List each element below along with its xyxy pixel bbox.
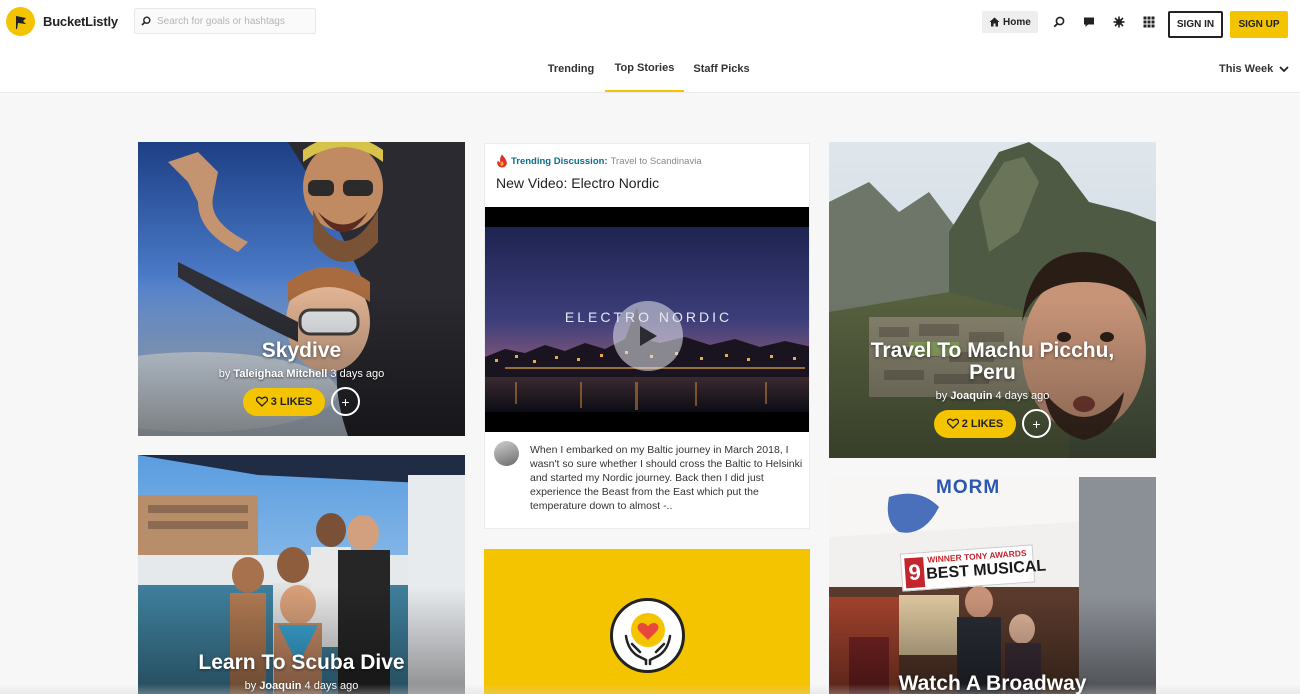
sign-in-button[interactable]: SIGN IN bbox=[1168, 11, 1223, 38]
discussion-topic[interactable]: Travel to Scandinavia bbox=[611, 156, 702, 167]
story-time: 3 days ago bbox=[330, 368, 385, 380]
play-icon bbox=[640, 326, 657, 346]
skydive-overlay: Skydive by Taleighaa Mitchell 3 days ago… bbox=[138, 340, 465, 416]
search-bar[interactable] bbox=[134, 8, 316, 34]
machu-overlay: Travel To Machu Picchu, Peru by Joaquin … bbox=[829, 340, 1156, 438]
play-button[interactable] bbox=[613, 301, 683, 371]
avatar[interactable] bbox=[494, 441, 519, 466]
tab-trending[interactable]: Trending bbox=[540, 46, 602, 92]
story-title[interactable]: Learn To Scuba Dive bbox=[138, 652, 465, 674]
flame-icon bbox=[497, 154, 507, 168]
chat-icon[interactable] bbox=[1081, 14, 1097, 30]
search-icon bbox=[141, 16, 151, 26]
sign-number: 9 bbox=[904, 557, 926, 589]
home-icon bbox=[989, 17, 1000, 27]
like-button[interactable]: 3 LIKES bbox=[243, 387, 325, 416]
add-to-list-button[interactable]: + bbox=[1022, 409, 1051, 438]
charity-card[interactable] bbox=[484, 549, 810, 694]
story-time: 4 days ago bbox=[995, 390, 1050, 402]
byline-prefix: by bbox=[935, 390, 948, 402]
top-bar: BucketListly Home SIGN IN SIGN UP bbox=[0, 0, 1300, 46]
brand-name: BucketListly bbox=[43, 14, 118, 29]
chevron-down-icon bbox=[1279, 65, 1289, 72]
video-player[interactable]: ELECTRO NORDIC bbox=[485, 207, 809, 432]
discussion-header: Trending Discussion: Travel to Scandinav… bbox=[496, 154, 702, 168]
story-actions: 2 LIKES + bbox=[829, 409, 1156, 438]
story-byline: by Taleighaa Mitchell 3 days ago bbox=[138, 368, 465, 380]
marquee-text: MORM bbox=[936, 477, 1001, 498]
like-count: 3 LIKES bbox=[270, 395, 313, 408]
story-actions: 3 LIKES + bbox=[138, 387, 465, 416]
home-button[interactable]: Home bbox=[982, 11, 1038, 33]
discussion-excerpt: When I embarked on my Baltic journey in … bbox=[530, 444, 803, 512]
story-card-machu-picchu[interactable]: Travel To Machu Picchu, Peru by Joaquin … bbox=[829, 142, 1156, 458]
author-name[interactable]: Taleighaa Mitchell bbox=[233, 368, 327, 380]
broadway-photo bbox=[829, 477, 1156, 694]
discussion-label: Trending Discussion: bbox=[511, 155, 608, 167]
tab-staff-picks[interactable]: Staff Picks bbox=[688, 46, 755, 92]
tab-top-stories[interactable]: Top Stories bbox=[605, 46, 684, 92]
discussion-title[interactable]: New Video: Electro Nordic bbox=[496, 175, 659, 191]
story-title[interactable]: Skydive bbox=[138, 340, 465, 362]
bottom-fade bbox=[0, 684, 1300, 694]
notification-icon[interactable] bbox=[1111, 14, 1127, 30]
home-label: Home bbox=[1003, 16, 1031, 28]
story-card-skydive[interactable]: Skydive by Taleighaa Mitchell 3 days ago… bbox=[138, 142, 465, 436]
story-card-broadway[interactable]: MORM 9 WINNER TONY AWARDS BEST MUSICAL W… bbox=[829, 477, 1156, 694]
story-card-scuba[interactable]: Learn To Scuba Dive by Joaquin 4 days ag… bbox=[138, 455, 465, 694]
story-title[interactable]: Travel To Machu Picchu, Peru bbox=[829, 340, 1156, 384]
add-to-list-button[interactable]: + bbox=[331, 387, 360, 416]
discussion-card[interactable]: Trending Discussion: Travel to Scandinav… bbox=[484, 143, 810, 529]
like-button[interactable]: 2 LIKES bbox=[934, 409, 1016, 438]
video-thumbnail: ELECTRO NORDIC bbox=[485, 227, 809, 412]
logo[interactable]: BucketListly bbox=[6, 7, 118, 36]
heart-icon bbox=[255, 396, 268, 407]
story-byline: by Joaquin 4 days ago bbox=[829, 390, 1156, 402]
search-input[interactable] bbox=[157, 15, 307, 27]
sign-up-button[interactable]: SIGN UP bbox=[1230, 11, 1288, 38]
heart-hands-icon bbox=[610, 598, 685, 673]
search-icon[interactable] bbox=[1051, 14, 1067, 30]
byline-prefix: by bbox=[218, 368, 231, 380]
like-count: 2 LIKES bbox=[961, 417, 1004, 430]
tab-bar: Trending Top Stories Staff Picks This We… bbox=[0, 46, 1300, 93]
heart-icon bbox=[946, 418, 959, 429]
author-name[interactable]: Joaquin bbox=[950, 390, 992, 402]
apps-grid-icon[interactable] bbox=[1141, 14, 1157, 30]
period-dropdown[interactable]: This Week bbox=[1219, 46, 1289, 92]
logo-flag-icon bbox=[6, 7, 35, 36]
period-selected: This Week bbox=[1219, 63, 1274, 75]
